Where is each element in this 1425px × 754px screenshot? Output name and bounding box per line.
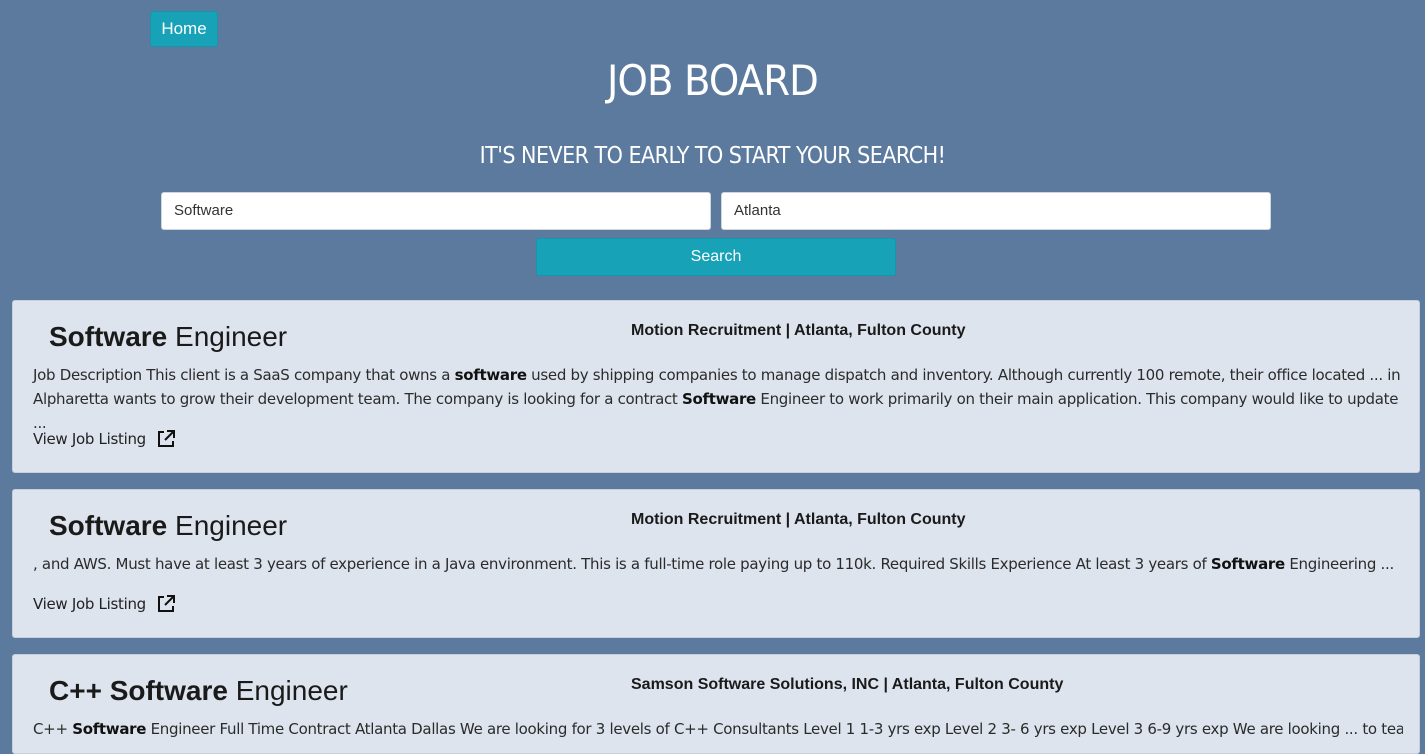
search-button[interactable]: Search — [536, 238, 896, 276]
page-subtitle: IT'S NEVER TO EARLY TO START YOUR SEARCH… — [479, 143, 946, 169]
keyword-input[interactable]: Software — [161, 192, 711, 230]
page-title: JOB BOARD — [607, 56, 819, 105]
job-card: Software Engineer Motion Recruitment | A… — [12, 489, 1420, 638]
job-company-location: Motion Recruitment | Atlanta, Fulton Cou… — [631, 322, 966, 339]
job-description: C++ Software Engineer Full Time Contract… — [33, 720, 1403, 738]
view-job-listing-link[interactable]: View Job Listing — [33, 594, 176, 614]
home-button[interactable]: Home — [150, 11, 218, 47]
job-card: C++ Software Engineer Samson Software So… — [12, 654, 1420, 754]
external-link-icon — [157, 430, 175, 447]
job-company-location: Samson Software Solutions, INC | Atlanta… — [631, 676, 1064, 693]
job-description: Job Description This client is a SaaS co… — [33, 366, 1401, 432]
location-input[interactable]: Atlanta — [721, 192, 1271, 230]
job-title[interactable]: Software Engineer — [49, 510, 287, 542]
view-job-listing-link[interactable]: View Job Listing — [33, 429, 176, 449]
job-title[interactable]: C++ Software Engineer — [49, 675, 348, 707]
job-description: , and AWS. Must have at least 3 years of… — [33, 555, 1394, 573]
job-card: Software Engineer Motion Recruitment | A… — [12, 300, 1420, 473]
external-link-icon — [157, 595, 175, 612]
job-company-location: Motion Recruitment | Atlanta, Fulton Cou… — [631, 511, 966, 528]
job-title[interactable]: Software Engineer — [49, 321, 287, 353]
